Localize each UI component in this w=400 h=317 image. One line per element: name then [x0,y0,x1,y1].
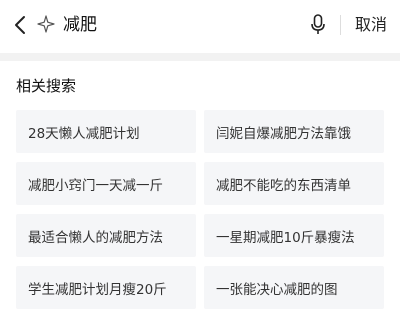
section-separator [0,53,400,61]
microphone-icon[interactable] [308,12,328,38]
related-search-item[interactable]: 一张能决心减肥的图 [204,266,384,309]
header-divider [340,15,341,35]
related-searches-title: 相关搜索 [16,77,77,95]
related-search-item[interactable]: 最适合懒人的减肥方法 [16,214,196,257]
related-search-item[interactable]: 减肥小窍门一天减一斤 [16,162,196,205]
search-header: 减肥 取消 [0,0,400,50]
related-search-item[interactable]: 减肥不能吃的东西清单 [204,162,384,205]
sparkle-icon [36,14,56,34]
chevron-left-icon[interactable] [10,12,30,38]
cancel-button[interactable]: 取消 [355,12,387,38]
search-query-text[interactable]: 减肥 [63,12,97,38]
related-search-item[interactable]: 28天懒人减肥计划 [16,110,196,153]
related-search-item[interactable]: 一星期减肥10斤暴瘦法 [204,214,384,257]
related-search-item[interactable]: 学生减肥计划月瘦20斤 [16,266,196,309]
related-search-item[interactable]: 闫妮自爆减肥方法靠饿 [204,110,384,153]
related-searches-grid: 28天懒人减肥计划 闫妮自爆减肥方法靠饿 减肥小窍门一天减一斤 减肥不能吃的东西… [16,110,384,309]
